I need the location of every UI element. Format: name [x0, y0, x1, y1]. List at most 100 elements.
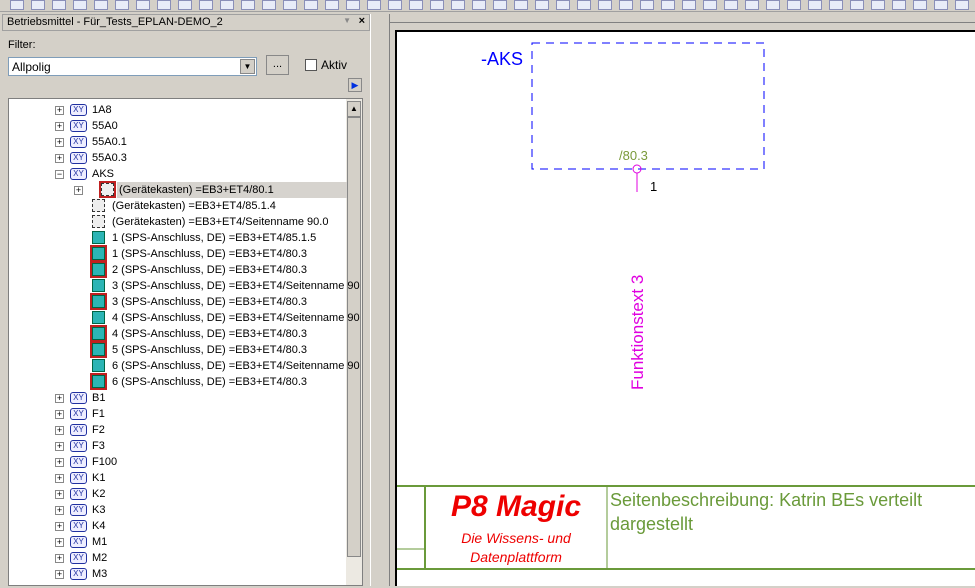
tree-item[interactable]: + XY M2 — [9, 550, 347, 566]
tree-item[interactable]: 4 (SPS-Anschluss, DE) =EB3+ET4/Seitennam… — [9, 310, 360, 326]
expander-icon[interactable]: + — [55, 506, 64, 515]
expander-icon[interactable]: + — [55, 138, 64, 147]
device-tree[interactable]: ▲ + XY 1A8 + XY 55A0 + XY 55A0.1 + XY 55A0.3− XY AKS +… — [8, 98, 363, 586]
expander-icon[interactable]: + — [55, 570, 64, 579]
toolbar-button[interactable] — [892, 0, 906, 10]
panel-menu-icon[interactable]: ▼ — [343, 16, 351, 25]
tree-item[interactable]: 1 (SPS-Anschluss, DE) =EB3+ET4/80.3 — [9, 245, 347, 262]
tree-item[interactable]: (Gerätekasten) =EB3+ET4/85.1.4 — [9, 198, 347, 214]
tree-item[interactable]: + XY F1 — [9, 406, 347, 422]
toolbar-button[interactable] — [73, 0, 87, 10]
toolbar-button[interactable] — [199, 0, 213, 10]
toolbar-button[interactable] — [220, 0, 234, 10]
tree-item[interactable]: + (Gerätekasten) =EB3+ET4/80.1 — [9, 181, 347, 198]
panel-splitter[interactable] — [370, 14, 390, 586]
toolbar-button[interactable] — [913, 0, 927, 10]
schematic-page[interactable]: -AKS /80.3 1 Funktionstext 3 P8 Magic Di… — [395, 30, 975, 586]
toolbar-button[interactable] — [808, 0, 822, 10]
toolbar-button[interactable] — [493, 0, 507, 10]
toolbar-button[interactable] — [451, 0, 465, 10]
expander-icon[interactable]: + — [55, 122, 64, 131]
toolbar-button[interactable] — [724, 0, 738, 10]
aktiv-label[interactable]: Aktiv — [321, 58, 347, 72]
toolbar-button[interactable] — [241, 0, 255, 10]
toolbar-button[interactable] — [52, 0, 66, 10]
toolbar-button[interactable] — [871, 0, 885, 10]
toolbar-button[interactable] — [955, 0, 969, 10]
toolbar-button[interactable] — [178, 0, 192, 10]
tree-item[interactable]: + XY 55A0 — [9, 118, 347, 134]
tree-item[interactable]: 4 (SPS-Anschluss, DE) =EB3+ET4/80.3 — [9, 325, 347, 342]
tree-item[interactable]: 6 (SPS-Anschluss, DE) =EB3+ET4/80.3 — [9, 373, 347, 390]
toolbar-button[interactable] — [619, 0, 633, 10]
aktiv-checkbox[interactable] — [305, 59, 317, 71]
tree-item[interactable]: 5 (SPS-Anschluss, DE) =EB3+ET4/80.3 — [9, 341, 347, 358]
tree-item[interactable]: + XY K1 — [9, 470, 347, 486]
play-icon[interactable]: ▶ — [348, 78, 362, 92]
toolbar-button[interactable] — [283, 0, 297, 10]
toolbar-button[interactable] — [388, 0, 402, 10]
expander-icon[interactable]: + — [55, 458, 64, 467]
tree-item[interactable]: + XY F2 — [9, 422, 347, 438]
toolbar-button[interactable] — [682, 0, 696, 10]
panel-close-button[interactable]: × — [359, 15, 365, 27]
toolbar-button[interactable] — [472, 0, 486, 10]
toolbar-button[interactable] — [514, 0, 528, 10]
tree-item[interactable]: + XY M3 — [9, 566, 347, 582]
expander-icon[interactable]: + — [55, 522, 64, 531]
expander-icon[interactable]: + — [55, 410, 64, 419]
toolbar-button[interactable] — [934, 0, 948, 10]
toolbar-button[interactable] — [577, 0, 591, 10]
expander-icon[interactable]: + — [55, 474, 64, 483]
toolbar-button[interactable] — [325, 0, 339, 10]
toolbar-button[interactable] — [115, 0, 129, 10]
tree-item[interactable]: 3 (SPS-Anschluss, DE) =EB3+ET4/Seitennam… — [9, 278, 360, 294]
expander-icon[interactable]: + — [55, 490, 64, 499]
toolbar-button[interactable] — [409, 0, 423, 10]
scroll-up-button[interactable]: ▲ — [347, 101, 361, 117]
expander-icon[interactable]: + — [55, 154, 64, 163]
toolbar-button[interactable] — [850, 0, 864, 10]
toolbar-button[interactable] — [430, 0, 444, 10]
expander-icon[interactable]: + — [55, 426, 64, 435]
expander-icon[interactable]: + — [55, 394, 64, 403]
toolbar-button[interactable] — [346, 0, 360, 10]
toolbar-button[interactable] — [10, 0, 24, 10]
toolbar-button[interactable] — [94, 0, 108, 10]
filter-options-button[interactable]: ... — [266, 55, 289, 75]
toolbar-button[interactable] — [31, 0, 45, 10]
tree-item[interactable]: (Gerätekasten) =EB3+ET4/Seitenname 90.0 — [9, 214, 347, 230]
cross-reference[interactable]: /80.3 — [619, 148, 648, 163]
expander-icon[interactable]: + — [55, 106, 64, 115]
function-text[interactable]: Funktionstext 3 — [628, 275, 648, 390]
tree-item[interactable]: 2 (SPS-Anschluss, DE) =EB3+ET4/80.3 — [9, 261, 347, 278]
toolbar-button[interactable] — [703, 0, 717, 10]
vertical-scrollbar[interactable]: ▲ — [346, 99, 362, 585]
expander-icon[interactable]: − — [55, 170, 64, 179]
expander-icon[interactable]: + — [55, 538, 64, 547]
tree-item[interactable]: + XY 1A8 — [9, 102, 347, 118]
tree-item[interactable]: + XY B1 — [9, 390, 347, 406]
toolbar-button[interactable] — [787, 0, 801, 10]
device-tag[interactable]: -AKS — [481, 49, 523, 70]
tree-item[interactable]: + XY M1 — [9, 534, 347, 550]
toolbar-button[interactable] — [661, 0, 675, 10]
tree-item[interactable]: 1 (SPS-Anschluss, DE) =EB3+ET4/85.1.5 — [9, 230, 347, 246]
toolbar-button[interactable] — [745, 0, 759, 10]
toolbar-button[interactable] — [556, 0, 570, 10]
chevron-down-icon[interactable]: ▼ — [240, 59, 255, 74]
toolbar-button[interactable] — [829, 0, 843, 10]
scrollbar-thumb[interactable] — [347, 117, 361, 557]
tree-item[interactable]: 6 (SPS-Anschluss, DE) =EB3+ET4/Seitennam… — [9, 358, 360, 374]
toolbar-button[interactable] — [367, 0, 381, 10]
tree-item[interactable]: + XY K4 — [9, 518, 347, 534]
toolbar-button[interactable] — [598, 0, 612, 10]
filter-select[interactable]: Allpolig ▼ — [8, 57, 257, 76]
toolbar-button[interactable] — [766, 0, 780, 10]
tree-item[interactable]: + XY 55A0.1 — [9, 134, 347, 150]
tree-item[interactable]: + XY F3 — [9, 438, 347, 454]
expander-icon[interactable]: + — [55, 442, 64, 451]
toolbar-button[interactable] — [262, 0, 276, 10]
tree-item[interactable]: + XY K2 — [9, 486, 347, 502]
expander-icon[interactable]: + — [74, 186, 83, 195]
